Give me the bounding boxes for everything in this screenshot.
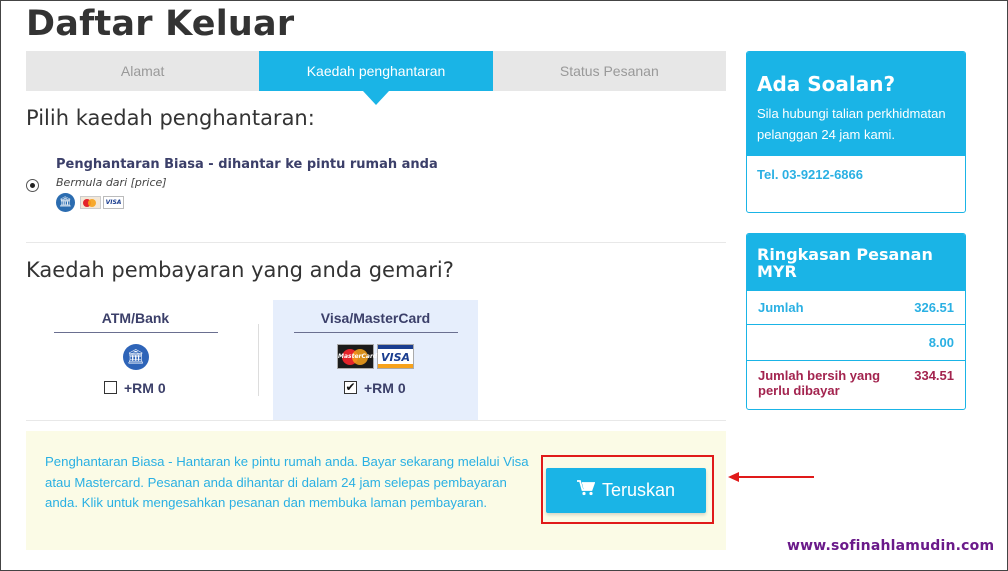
watermark: www.sofinahlamudin.com	[787, 538, 995, 554]
summary-row-shipping: 8.00	[747, 325, 965, 361]
payment-method-card[interactable]: Visa/MasterCard MasterCard VISA ✔ +RM 0	[273, 300, 478, 420]
summary-row-total: Jumlah 326.51	[747, 291, 965, 325]
help-title: Ada Soalan?	[757, 72, 896, 96]
payment-method-name: ATM/Bank	[101, 310, 170, 326]
arrow-icon	[728, 472, 814, 482]
atm-checkbox[interactable]	[104, 381, 117, 394]
visa-icon: VISA	[103, 196, 124, 209]
card-fee: +RM 0	[364, 380, 406, 396]
order-summary-card: Ringkasan Pesanan MYR Jumlah 326.51 8.00 …	[746, 233, 966, 410]
continue-button[interactable]: Teruskan	[546, 468, 706, 513]
delivery-radio[interactable]	[26, 179, 39, 192]
continue-button-label: Teruskan	[601, 480, 676, 500]
delivery-option-price: Bermula dari [price]	[56, 176, 167, 189]
underline	[293, 332, 458, 333]
payment-divider	[258, 324, 259, 396]
mastercard-icon	[80, 196, 101, 209]
atm-fee: +RM 0	[124, 380, 166, 396]
bank-icon: 🏛	[56, 193, 75, 212]
cart-icon	[576, 480, 596, 501]
step-delivery-method[interactable]: Kaedah penghantaran	[259, 51, 493, 105]
payment-method-atm[interactable]: ATM/Bank 🏛 +RM 0	[33, 300, 238, 420]
divider	[26, 242, 726, 243]
bank-icon: 🏛	[122, 344, 149, 370]
payment-heading: Kaedah pembayaran yang anda gemari?	[26, 258, 454, 282]
card-checkbox[interactable]: ✔	[344, 381, 357, 394]
step-order-status[interactable]: Status Pesanan	[493, 51, 726, 91]
delivery-option-title[interactable]: Penghantaran Biasa - dihantar ke pintu r…	[56, 157, 438, 172]
page-title: Daftar Keluar	[26, 4, 295, 44]
step-address[interactable]: Alamat	[26, 51, 259, 91]
visa-icon: VISA	[377, 344, 414, 369]
divider	[26, 420, 726, 421]
delivery-heading: Pilih kaedah penghantaran:	[26, 106, 315, 130]
summary-text: Penghantaran Biasa - Hantaran ke pintu r…	[45, 454, 529, 510]
mastercard-icon: MasterCard	[337, 344, 377, 369]
underline	[53, 332, 218, 333]
help-phone[interactable]: Tel. 03-9212-6866	[747, 156, 965, 193]
order-summary-title: Ringkasan Pesanan MYR	[747, 234, 965, 291]
help-card: Ada Soalan? Sila hubungi talian perkhidm…	[746, 51, 966, 213]
checkout-steps: Alamat Kaedah penghantaran Status Pesana…	[26, 51, 726, 105]
summary-row-net-total: Jumlah bersih yang perlu dibayar 334.51	[758, 368, 954, 398]
help-body: Sila hubungi talian perkhidmatan pelangg…	[757, 106, 946, 142]
payment-method-name: Visa/MasterCard	[320, 310, 431, 326]
